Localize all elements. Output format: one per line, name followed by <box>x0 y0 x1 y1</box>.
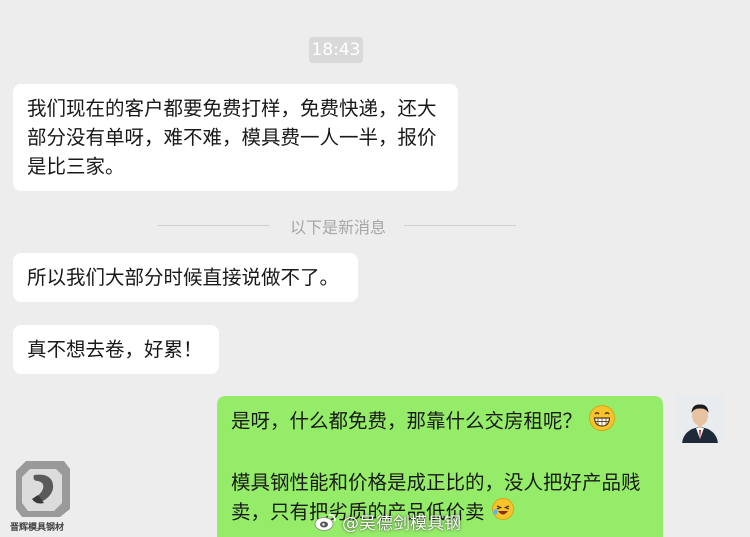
new-messages-divider: 以下是新消息 <box>289 218 386 237</box>
incoming-message-bubble[interactable]: 所以我们大部分时候直接说做不了。 <box>13 253 358 302</box>
chat-area[interactable]: 18:43 我们现在的客户都要免费打样，免费快递，还大部分没有单呀，难不难，模具… <box>0 0 750 537</box>
avatar[interactable] <box>676 395 724 443</box>
divider-line-right <box>404 225 516 226</box>
weibo-watermark: @吴德剑模具钢 <box>314 509 461 537</box>
message-text: 是呀，什么都免费，那靠什么交房租呢？ <box>231 409 583 433</box>
message-text: 我们现在的客户都要免费打样，免费快递，还大部分没有单呀，难不难，模具费一人一半，… <box>27 97 437 178</box>
message-text: 真不想去卷，好累！ <box>27 338 203 361</box>
laughing-face-icon <box>491 497 515 529</box>
grinning-face-icon <box>588 404 616 440</box>
message-line: 是呀，什么都免费，那靠什么交房租呢？ <box>231 404 651 440</box>
incoming-message-bubble[interactable]: 真不想去卷，好累！ <box>13 325 219 374</box>
message-text: 所以我们大部分时候直接说做不了。 <box>27 266 340 289</box>
timestamp: 18:43 <box>309 37 363 63</box>
incoming-message-bubble[interactable]: 我们现在的客户都要免费打样，免费快递，还大部分没有单呀，难不难，模具费一人一半，… <box>13 84 458 191</box>
company-logo-text: 晋辉模具钢材 <box>10 523 65 533</box>
watermark-text: @吴德剑模具钢 <box>342 514 461 534</box>
weibo-logo-icon <box>314 512 338 537</box>
